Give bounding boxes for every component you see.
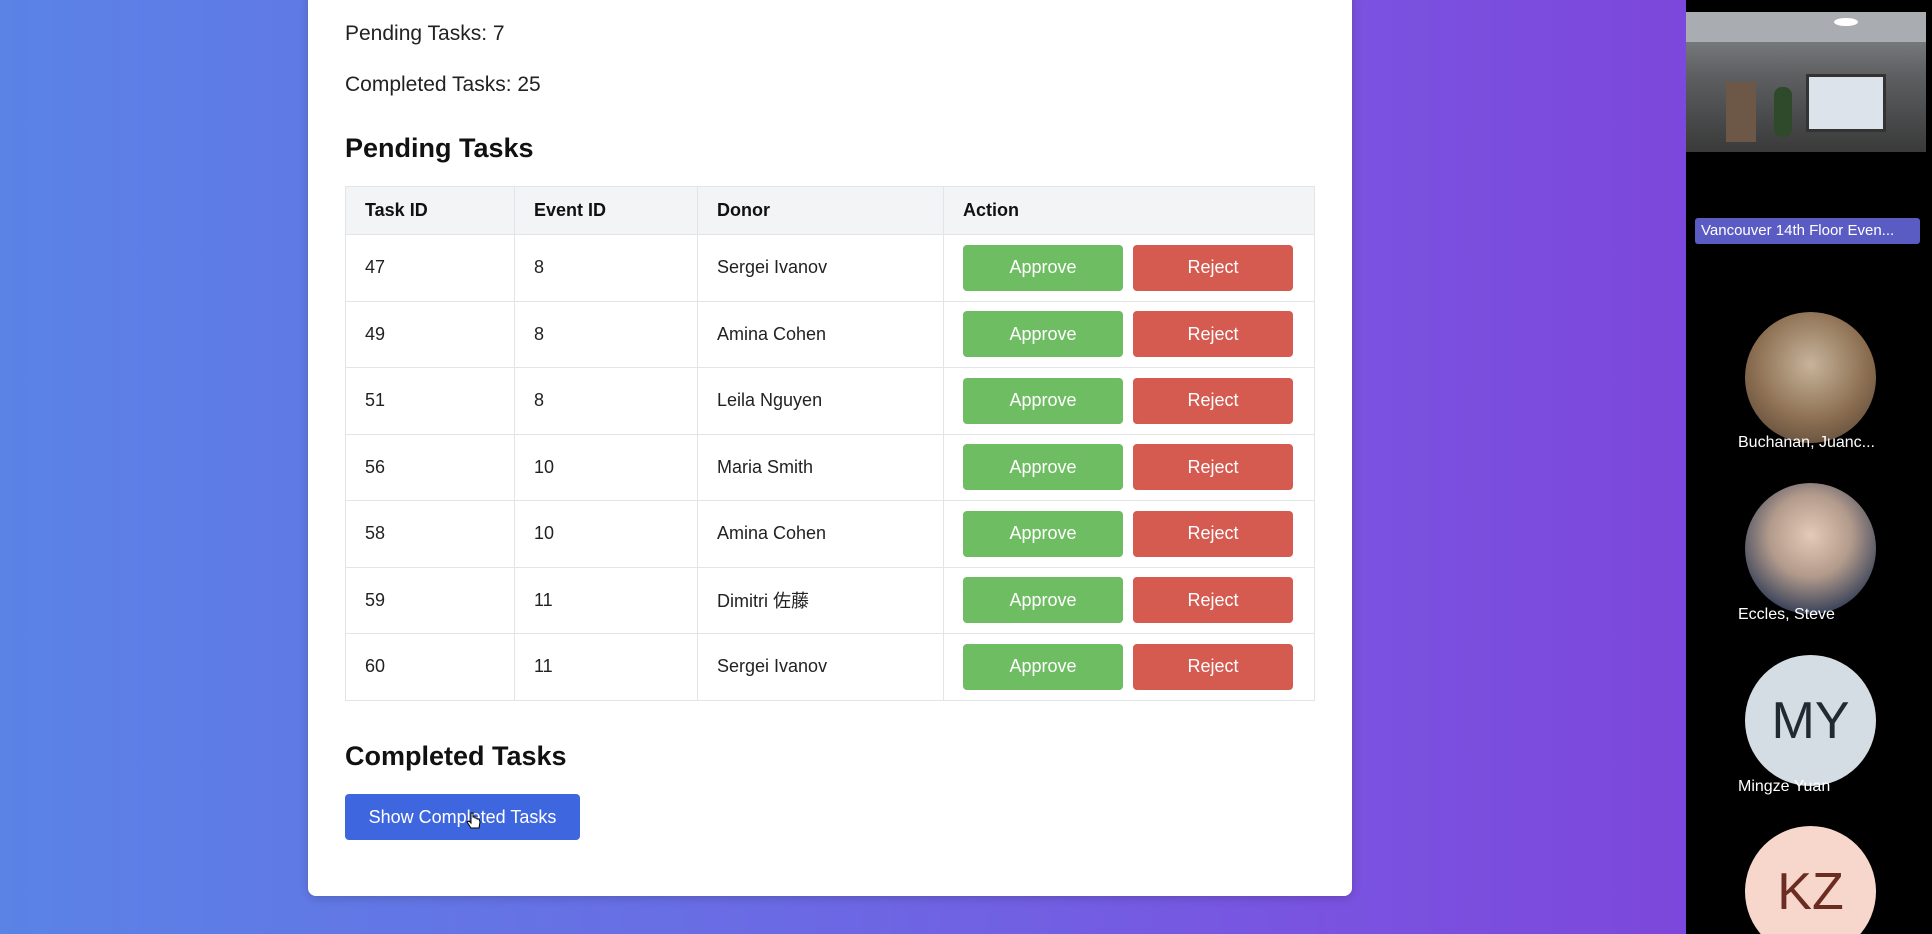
action-cell: Approve Reject <box>943 300 1315 368</box>
table-header-row: Task ID Event ID Donor Action <box>345 186 1315 235</box>
participant-avatar[interactable] <box>1745 312 1876 443</box>
table-row: 60 11 Sergei Ivanov Approve Reject <box>345 633 1315 701</box>
action-cell: Approve Reject <box>943 566 1315 634</box>
video-projector-screen <box>1806 74 1886 132</box>
event-id-cell: 10 <box>514 500 698 568</box>
room-video-feed[interactable] <box>1686 12 1926 152</box>
participant-name: Buchanan, Juanc... <box>1738 434 1875 451</box>
pending-tasks-heading: Pending Tasks <box>345 133 534 163</box>
action-buttons: Approve Reject <box>963 244 1295 291</box>
action-buttons: Approve Reject <box>963 643 1295 690</box>
approve-button[interactable]: Approve <box>963 577 1123 624</box>
header-task-id: Task ID <box>345 186 515 235</box>
task-id-cell: 51 <box>345 367 515 435</box>
video-window <box>1726 82 1756 142</box>
action-buttons: Approve Reject <box>963 377 1295 424</box>
reject-button[interactable]: Reject <box>1133 244 1293 291</box>
approve-button[interactable]: Approve <box>963 244 1123 291</box>
task-id-cell: 47 <box>345 234 515 302</box>
participant-name: Eccles, Steve <box>1738 606 1835 623</box>
video-light <box>1834 18 1858 26</box>
action-buttons: Approve Reject <box>963 311 1295 358</box>
reject-button[interactable]: Reject <box>1133 643 1293 690</box>
video-ceiling <box>1686 12 1926 42</box>
task-id-cell: 49 <box>345 300 515 368</box>
table-row: 51 8 Leila Nguyen Approve Reject <box>345 367 1315 435</box>
table-row: 59 11 Dimitri 佐藤 Approve Reject <box>345 566 1315 634</box>
donor-cell: Sergei Ivanov <box>697 234 944 302</box>
event-id-cell: 11 <box>514 566 698 634</box>
event-id-cell: 8 <box>514 234 698 302</box>
action-cell: Approve Reject <box>943 633 1315 701</box>
donor-cell: Maria Smith <box>697 433 944 501</box>
donor-cell: Sergei Ivanov <box>697 633 944 701</box>
completed-tasks-count: Completed Tasks: 25 <box>345 73 541 96</box>
action-buttons: Approve Reject <box>963 577 1295 624</box>
room-name-label: Vancouver 14th Floor Even... <box>1695 218 1920 244</box>
action-buttons: Approve Reject <box>963 444 1295 491</box>
reject-button[interactable]: Reject <box>1133 377 1293 424</box>
table-row: 58 10 Amina Cohen Approve Reject <box>345 500 1315 568</box>
task-id-cell: 59 <box>345 566 515 634</box>
pending-tasks-count: Pending Tasks: 7 <box>345 22 505 45</box>
participant-avatar[interactable]: MY <box>1745 655 1876 786</box>
event-id-cell: 8 <box>514 300 698 368</box>
donor-cell: Amina Cohen <box>697 500 944 568</box>
reject-button[interactable]: Reject <box>1133 311 1293 358</box>
event-id-cell: 8 <box>514 367 698 435</box>
participant-avatar[interactable] <box>1745 483 1876 614</box>
table-row: 47 8 Sergei Ivanov Approve Reject <box>345 234 1315 302</box>
action-cell: Approve Reject <box>943 234 1315 302</box>
approve-button[interactable]: Approve <box>963 311 1123 358</box>
reject-button[interactable]: Reject <box>1133 577 1293 624</box>
table-row: 49 8 Amina Cohen Approve Reject <box>345 300 1315 368</box>
header-event-id: Event ID <box>514 186 698 235</box>
task-id-cell: 56 <box>345 433 515 501</box>
completed-tasks-heading: Completed Tasks <box>345 741 567 771</box>
reject-button[interactable]: Reject <box>1133 510 1293 557</box>
donor-cell: Dimitri 佐藤 <box>697 566 944 634</box>
approve-button[interactable]: Approve <box>963 643 1123 690</box>
approve-button[interactable]: Approve <box>963 377 1123 424</box>
reject-button[interactable]: Reject <box>1133 444 1293 491</box>
event-id-cell: 11 <box>514 633 698 701</box>
task-id-cell: 60 <box>345 633 515 701</box>
task-id-cell: 58 <box>345 500 515 568</box>
header-donor: Donor <box>697 186 944 235</box>
donor-cell: Leila Nguyen <box>697 367 944 435</box>
action-cell: Approve Reject <box>943 433 1315 501</box>
participant-name: Mingze Yuan <box>1738 778 1831 795</box>
action-buttons: Approve Reject <box>963 510 1295 557</box>
header-action: Action <box>943 186 1315 235</box>
shared-screen: Pending Tasks: 7 Completed Tasks: 25 Pen… <box>0 0 1686 934</box>
action-cell: Approve Reject <box>943 500 1315 568</box>
hand-cursor-icon <box>466 812 481 829</box>
video-plant <box>1774 87 1792 137</box>
event-id-cell: 10 <box>514 433 698 501</box>
pending-tasks-table: Task ID Event ID Donor Action 47 8 Sergei … <box>345 186 1315 701</box>
approve-button[interactable]: Approve <box>963 444 1123 491</box>
donor-cell: Amina Cohen <box>697 300 944 368</box>
approve-button[interactable]: Approve <box>963 510 1123 557</box>
show-completed-tasks-button[interactable]: Show Completed Tasks <box>345 794 580 840</box>
action-cell: Approve Reject <box>943 367 1315 435</box>
table-row: 56 10 Maria Smith Approve Reject <box>345 433 1315 501</box>
